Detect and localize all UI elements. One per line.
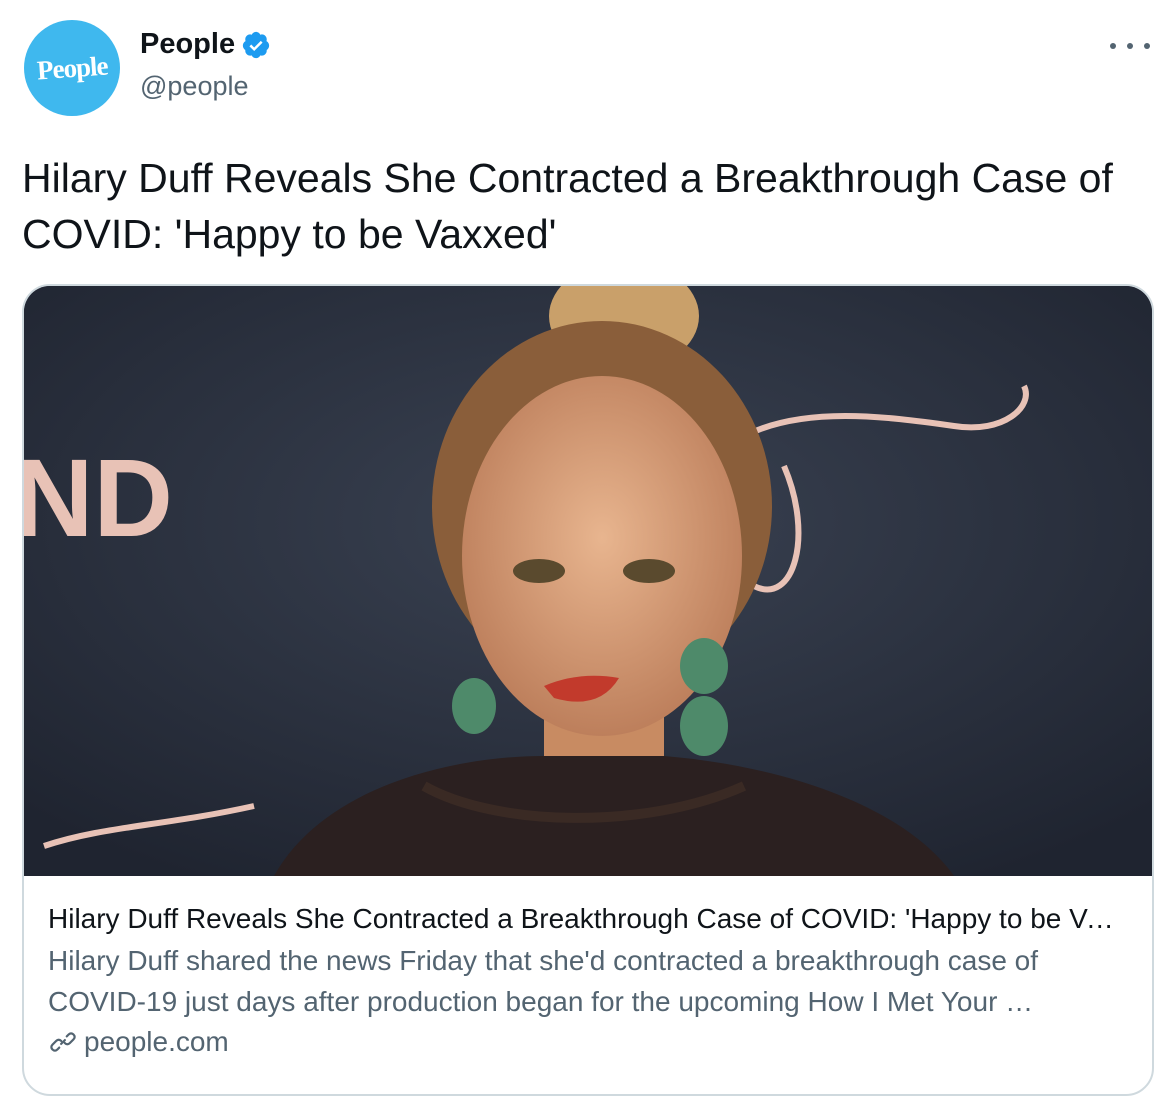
handle[interactable]: @people [140,71,271,102]
display-name[interactable]: People [140,28,235,61]
eye-right [623,559,675,583]
card-image[interactable]: ND [24,286,1152,876]
verified-badge-icon [242,31,270,58]
card-domain: people.com [84,1026,229,1057]
avatar[interactable]: People [24,20,120,116]
tweet: People People @people Hilary Duff Reveal… [0,0,1172,1110]
more-options-icon[interactable] [1110,34,1150,58]
card-description-line2: COVID-19 just days after production bega… [48,986,1034,1017]
card-photo: ND [24,286,1152,876]
backdrop-text-left: ND [24,437,173,560]
author-info: People @people [140,28,271,102]
card-title[interactable]: Hilary Duff Reveals She Contracted a Bre… [48,898,1118,940]
link-icon [50,1032,76,1052]
earring-right-top [680,638,728,694]
earring-left [452,678,496,734]
avatar-logo-text: People [35,50,109,85]
card-description-line1: Hilary Duff shared the news Friday that … [48,945,1039,976]
name-row: People [140,28,271,61]
card-domain-row[interactable]: people.com [48,1026,1128,1058]
earring-right-bottom [680,696,728,756]
card-meta: Hilary Duff Reveals She Contracted a Bre… [48,898,1128,1058]
link-card[interactable]: ND Hilary Duff Reveals She Contracted a … [22,284,1154,1096]
tweet-text: Hilary Duff Reveals She Contracted a Bre… [22,155,1113,257]
eye-left [513,559,565,583]
